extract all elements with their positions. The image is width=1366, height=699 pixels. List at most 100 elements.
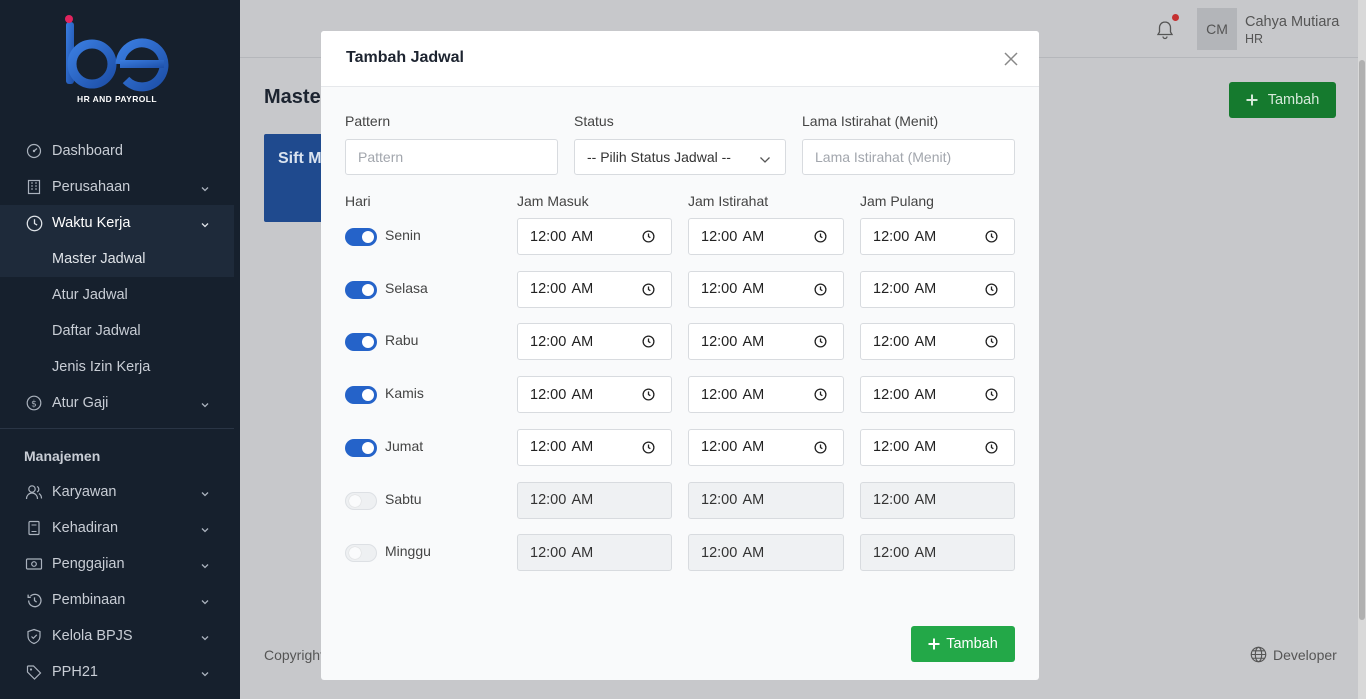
time-input-break[interactable]: 12:00 AM bbox=[688, 323, 844, 361]
column-in-label: Jam Masuk bbox=[517, 193, 589, 209]
users-icon bbox=[24, 482, 44, 502]
time-value: 12:00 AM bbox=[701, 544, 765, 561]
time-input-out[interactable]: 12:00 AM bbox=[860, 323, 1015, 361]
developer-link[interactable]: Developer bbox=[1250, 646, 1337, 663]
time-input-break[interactable]: 12:00 AM bbox=[688, 376, 844, 414]
column-day-label: Hari bbox=[345, 193, 371, 209]
time-input-in[interactable]: 12:00 AM bbox=[517, 323, 672, 361]
sidebar-item-waktu-kerja[interactable]: Waktu Kerja bbox=[0, 205, 234, 241]
day-toggle-selasa[interactable] bbox=[345, 280, 377, 299]
sidebar-item-dashboard[interactable]: Dashboard bbox=[0, 133, 234, 169]
time-input-out[interactable]: 12:00 AM bbox=[860, 428, 1015, 466]
time-input-in: 12:00 AM bbox=[517, 481, 672, 519]
break-duration-input[interactable] bbox=[802, 139, 1015, 175]
time-input-in[interactable]: 12:00 AM bbox=[517, 270, 672, 308]
day-toggle-sabtu[interactable] bbox=[345, 491, 377, 510]
modal-title: Tambah Jadwal bbox=[346, 49, 464, 66]
day-toggle-kamis[interactable] bbox=[345, 386, 377, 405]
toggle-knob bbox=[362, 283, 374, 296]
chevron-down-icon bbox=[200, 631, 210, 647]
brand-logo[interactable]: HR AND PAYROLL bbox=[62, 14, 172, 104]
status-label: Status bbox=[574, 113, 614, 129]
clock-icon[interactable] bbox=[642, 230, 655, 247]
clock-icon[interactable] bbox=[814, 388, 827, 405]
time-input-break[interactable]: 12:00 AM bbox=[688, 428, 844, 466]
sidebar-item-penggajian[interactable]: Penggajian bbox=[0, 546, 234, 582]
sidebar-item-pph21[interactable]: PPH21 bbox=[0, 654, 234, 690]
time-value: 12:00 AM bbox=[873, 386, 937, 403]
day-label: Senin bbox=[385, 227, 421, 243]
clock-icon[interactable] bbox=[814, 441, 827, 458]
clock-icon[interactable] bbox=[985, 388, 998, 405]
scrollbar-thumb[interactable] bbox=[1359, 60, 1365, 620]
time-input-out[interactable]: 12:00 AM bbox=[860, 218, 1015, 255]
time-value: 12:00 AM bbox=[701, 439, 765, 456]
sidebar-item-perusahaan[interactable]: Perusahaan bbox=[0, 169, 234, 205]
sidebar-subitem-jenis-izin-kerja[interactable]: Jenis Izin Kerja bbox=[0, 349, 234, 385]
time-input-in: 12:00 AM bbox=[517, 534, 672, 572]
clock-icon[interactable] bbox=[985, 441, 998, 458]
submit-button-label: Tambah bbox=[946, 636, 998, 652]
clock-icon[interactable] bbox=[642, 283, 655, 300]
time-input-break[interactable]: 12:00 AM bbox=[688, 270, 844, 308]
sidebar-item-label: Daftar Jadwal bbox=[52, 323, 141, 339]
shift-card-title: Sift M bbox=[278, 150, 322, 167]
clock-icon[interactable] bbox=[985, 230, 998, 247]
day-toggle-rabu[interactable] bbox=[345, 333, 377, 352]
toggle-knob bbox=[362, 336, 374, 349]
chevron-down-icon bbox=[200, 523, 210, 539]
clock-icon[interactable] bbox=[642, 335, 655, 352]
day-label: Kamis bbox=[385, 385, 424, 402]
time-input-break[interactable]: 12:00 AM bbox=[688, 218, 844, 255]
avatar[interactable]: CM bbox=[1197, 8, 1237, 50]
day-toggle-minggu[interactable] bbox=[345, 544, 377, 563]
clock-icon[interactable] bbox=[985, 283, 998, 300]
sidebar-item-kelola-bpjs[interactable]: Kelola BPJS bbox=[0, 618, 234, 654]
time-input-out: 12:00 AM bbox=[860, 534, 1015, 572]
time-value: 12:00 AM bbox=[530, 333, 594, 350]
clock-icon[interactable] bbox=[814, 230, 827, 247]
sidebar-subitem-master-jadwal[interactable]: Master Jadwal bbox=[0, 241, 234, 277]
time-input-break: 12:00 AM bbox=[688, 481, 844, 519]
sidebar-item-atur-gaji[interactable]: $ Atur Gaji bbox=[0, 385, 234, 421]
bell-icon[interactable] bbox=[1156, 20, 1174, 43]
clock-icon[interactable] bbox=[642, 441, 655, 458]
sidebar-item-label: Master Jadwal bbox=[52, 251, 146, 267]
time-value: 12:00 AM bbox=[873, 439, 937, 456]
time-value: 12:00 AM bbox=[530, 492, 594, 508]
status-select[interactable]: -- Pilih Status Jadwal -- bbox=[574, 139, 786, 175]
pattern-input[interactable] bbox=[345, 139, 558, 175]
time-value: 12:00 AM bbox=[873, 228, 937, 245]
toggle-knob bbox=[362, 231, 374, 243]
user-name[interactable]: Cahya Mutiara bbox=[1245, 14, 1339, 30]
clock-icon[interactable] bbox=[814, 335, 827, 352]
chevron-down-icon bbox=[200, 398, 210, 414]
time-input-in[interactable]: 12:00 AM bbox=[517, 376, 672, 414]
toggle-knob bbox=[349, 494, 361, 507]
sidebar-item-pembinaan[interactable]: Pembinaan bbox=[0, 582, 234, 618]
close-icon[interactable] bbox=[1001, 49, 1021, 69]
clock-icon[interactable] bbox=[642, 388, 655, 405]
sidebar-item-karyawan[interactable]: Karyawan bbox=[0, 474, 234, 510]
sidebar-subitem-daftar-jadwal[interactable]: Daftar Jadwal bbox=[0, 313, 234, 349]
clock-icon[interactable] bbox=[814, 283, 827, 300]
time-input-out[interactable]: 12:00 AM bbox=[860, 270, 1015, 308]
sidebar-subitem-atur-jadwal[interactable]: Atur Jadwal bbox=[0, 277, 234, 313]
add-schedule-button[interactable]: Tambah bbox=[1229, 82, 1336, 118]
chevron-down-icon bbox=[200, 559, 210, 575]
day-toggle-senin[interactable] bbox=[345, 228, 377, 246]
time-value: 12:00 AM bbox=[701, 333, 765, 350]
time-input-in[interactable]: 12:00 AM bbox=[517, 428, 672, 466]
time-input-out[interactable]: 12:00 AM bbox=[860, 376, 1015, 414]
clock-icon[interactable] bbox=[985, 335, 998, 352]
be-logo-icon bbox=[65, 15, 169, 92]
day-toggle-jumat[interactable] bbox=[345, 438, 377, 457]
page-title: Maste bbox=[264, 86, 321, 108]
history-icon bbox=[24, 590, 44, 610]
time-input-in[interactable]: 12:00 AM bbox=[517, 218, 672, 255]
sidebar-item-kehadiran[interactable]: Kehadiran bbox=[0, 510, 234, 546]
shield-icon bbox=[24, 626, 44, 646]
break-duration-label: Lama Istirahat (Menit) bbox=[802, 113, 939, 129]
time-value: 12:00 AM bbox=[530, 439, 594, 456]
submit-add-button[interactable]: Tambah bbox=[911, 626, 1015, 662]
